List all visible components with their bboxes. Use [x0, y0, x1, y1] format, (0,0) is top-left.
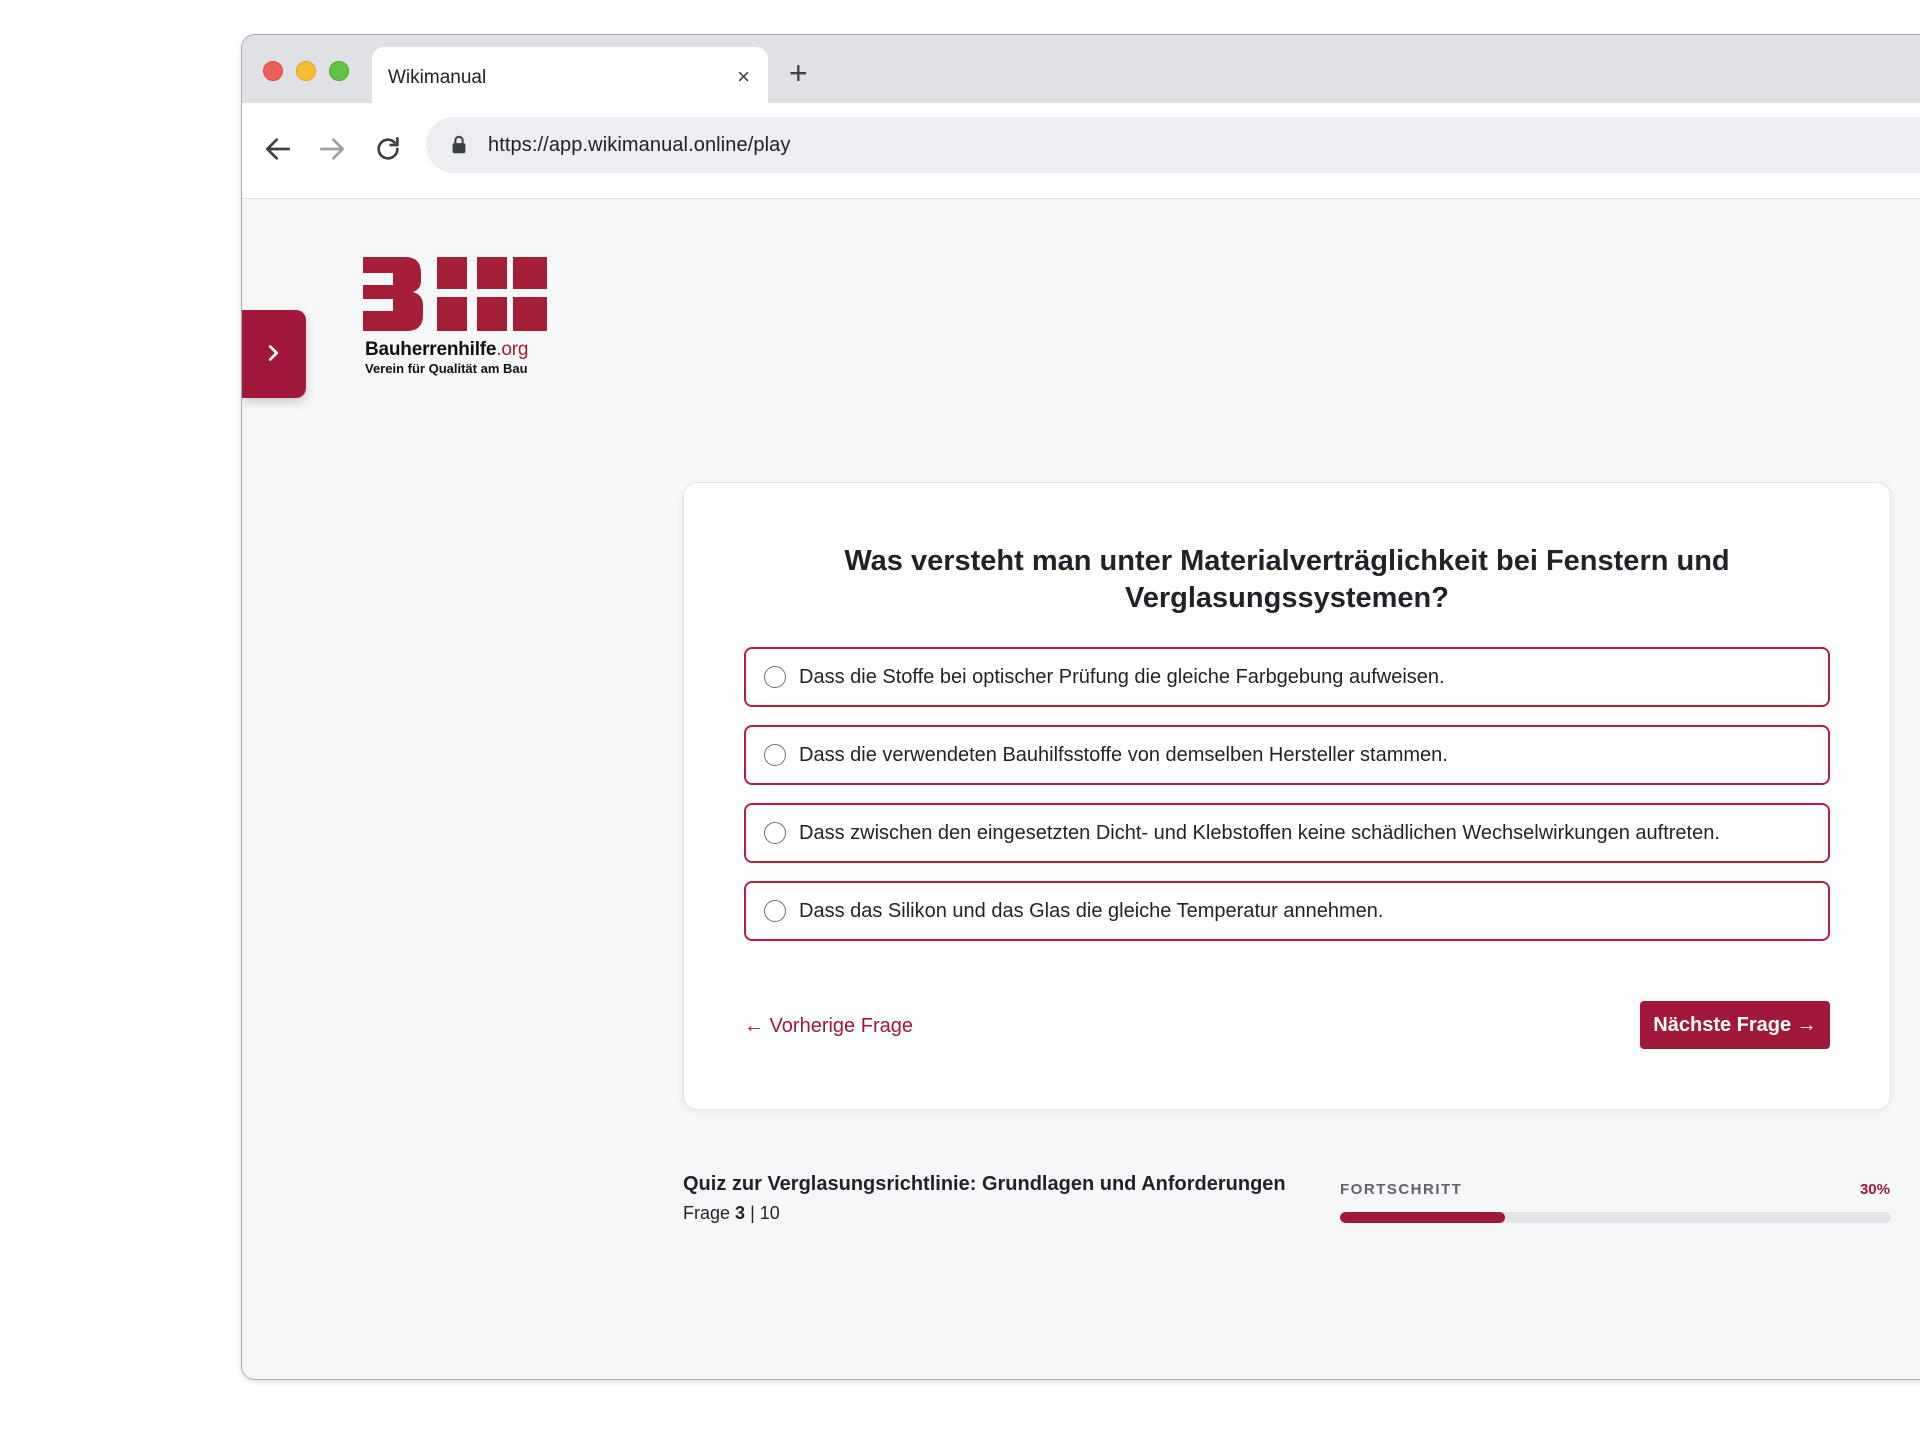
previous-question-link[interactable]: ← Vorherige Frage: [744, 1015, 913, 1038]
minimize-window-button[interactable]: [296, 61, 316, 81]
browser-window: Wikimanual × + https://app.wikimanual.on…: [241, 34, 1920, 1380]
lock-icon[interactable]: [448, 134, 470, 156]
question-card: Was versteht man unter Materialverträgli…: [683, 482, 1891, 1110]
next-question-button[interactable]: Nächste Frage →: [1640, 1001, 1830, 1049]
progress-label: FORTSCHRITT: [1340, 1181, 1463, 1198]
answer-label: Dass zwischen den eingesetzten Dicht- un…: [799, 822, 1720, 844]
tab-bar: Wikimanual × +: [242, 35, 1920, 107]
radio-button[interactable]: [764, 744, 786, 766]
url-text[interactable]: https://app.wikimanual.online/play: [488, 134, 790, 157]
reload-icon[interactable]: [372, 133, 404, 165]
quiz-title: Quiz zur Verglasungsrichtlinie: Grundlag…: [683, 1173, 1286, 1195]
progress-percent: 30%: [1859, 1181, 1890, 1198]
answer-option[interactable]: Dass die Stoffe bei optischer Prüfung di…: [744, 647, 1830, 707]
logo-tagline: Verein für Qualität am Bau: [365, 361, 528, 376]
radio-button[interactable]: [764, 822, 786, 844]
answer-label: Dass die verwendeten Bauhilfsstoffe von …: [799, 744, 1448, 766]
maximize-window-button[interactable]: [329, 61, 349, 81]
question-text: Was versteht man unter Materialverträgli…: [844, 545, 1730, 614]
logo[interactable]: Bauherrenhilfe.org Verein für Qualität a…: [363, 255, 563, 395]
browser-tab[interactable]: Wikimanual ×: [372, 47, 768, 107]
question-counter: Frage 3 | 10: [683, 1203, 780, 1223]
tab-title: Wikimanual: [388, 67, 487, 88]
answer-option[interactable]: Dass zwischen den eingesetzten Dicht- un…: [744, 803, 1830, 863]
chevron-right-icon: [268, 345, 279, 361]
progress-bar: [1340, 1212, 1891, 1223]
browser-toolbar: https://app.wikimanual.online/play: [242, 103, 1920, 199]
progress-bar-fill: [1340, 1212, 1506, 1223]
tab-close-icon[interactable]: ×: [737, 66, 750, 88]
page-content: Bauherrenhilfe.org Verein für Qualität a…: [242, 199, 1920, 1379]
answer-label: Dass die Stoffe bei optischer Prüfung di…: [799, 666, 1445, 688]
logo-name: Bauherrenhilfe.org: [365, 339, 529, 360]
address-bar[interactable]: https://app.wikimanual.online/play: [426, 117, 1920, 173]
answer-option[interactable]: Dass die verwendeten Bauhilfsstoffe von …: [744, 725, 1830, 785]
answer-options: Dass die Stoffe bei optischer Prüfung di…: [744, 647, 1830, 959]
answer-option[interactable]: Dass das Silikon und das Glas die gleich…: [744, 881, 1830, 941]
radio-button[interactable]: [764, 900, 786, 922]
sidebar-toggle-button[interactable]: [242, 310, 306, 398]
new-tab-icon[interactable]: +: [789, 57, 808, 89]
answer-label: Dass das Silikon und das Glas die gleich…: [799, 900, 1384, 922]
radio-button[interactable]: [764, 666, 786, 688]
forward-arrow-icon[interactable]: [316, 133, 348, 165]
close-window-button[interactable]: [263, 61, 283, 81]
back-arrow-icon[interactable]: [262, 133, 294, 165]
bhh-logo-mark: [363, 257, 547, 331]
